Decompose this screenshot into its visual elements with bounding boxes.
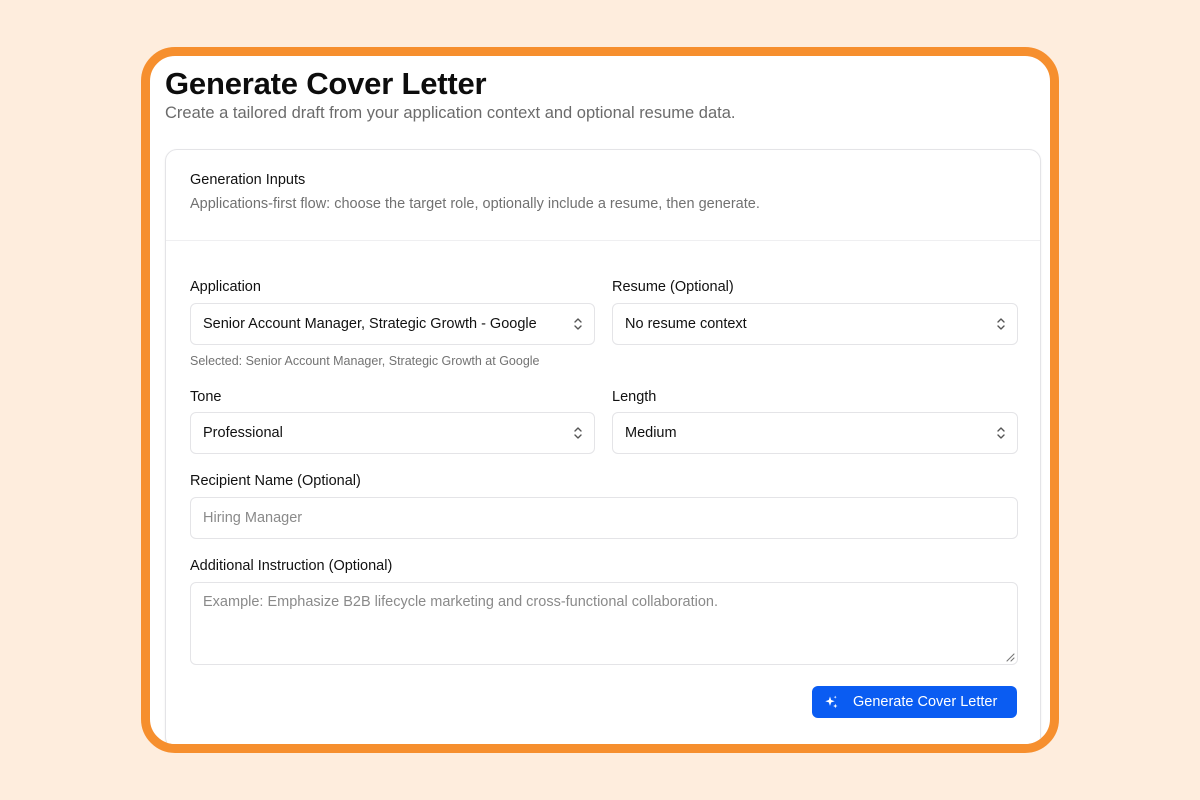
card-description: Applications-first flow: choose the targ…	[190, 196, 760, 212]
instruction-label: Additional Instruction (Optional)	[190, 558, 393, 574]
page-content: Generate Cover Letter Create a tailored …	[165, 56, 1050, 744]
generate-cover-letter-button[interactable]: Generate Cover Letter	[812, 686, 1017, 718]
tone-select[interactable]: Professional	[190, 412, 595, 454]
resume-label: Resume (Optional)	[612, 279, 734, 295]
recipient-name-input[interactable]: Hiring Manager	[190, 497, 1018, 539]
recipient-label: Recipient Name (Optional)	[190, 473, 361, 489]
chevron-up-down-icon	[574, 318, 582, 330]
additional-instruction-textarea[interactable]: Example: Emphasize B2B lifecycle marketi…	[190, 582, 1018, 665]
resize-handle-icon[interactable]	[1006, 653, 1015, 662]
sparkles-icon	[825, 695, 838, 709]
page-title: Generate Cover Letter	[165, 66, 487, 101]
app-window: Generate Cover Letter Create a tailored …	[141, 47, 1059, 753]
recipient-name-placeholder: Hiring Manager	[203, 510, 303, 526]
length-select[interactable]: Medium	[612, 412, 1018, 454]
page-subtitle: Create a tailored draft from your applic…	[165, 104, 736, 122]
resume-select[interactable]: No resume context	[612, 303, 1018, 345]
chevron-up-down-icon	[574, 427, 582, 439]
generation-inputs-card: Generation Inputs Applications-first flo…	[165, 149, 1041, 744]
application-label: Application	[190, 279, 261, 295]
generate-cover-letter-label: Generate Cover Letter	[853, 694, 998, 710]
application-select-value: Senior Account Manager, Strategic Growth…	[203, 316, 537, 332]
chevron-up-down-icon	[997, 318, 1005, 330]
application-select[interactable]: Senior Account Manager, Strategic Growth…	[190, 303, 595, 345]
additional-instruction-placeholder: Example: Emphasize B2B lifecycle marketi…	[203, 594, 718, 610]
chevron-up-down-icon	[997, 427, 1005, 439]
tone-label: Tone	[190, 389, 222, 405]
application-helper-text: Selected: Senior Account Manager, Strate…	[190, 354, 540, 368]
resume-select-value: No resume context	[625, 316, 747, 332]
card-header: Generation Inputs Applications-first flo…	[166, 150, 1040, 241]
card-title: Generation Inputs	[190, 172, 306, 188]
length-label: Length	[612, 389, 657, 405]
length-select-value: Medium	[625, 425, 677, 441]
tone-select-value: Professional	[203, 425, 283, 441]
